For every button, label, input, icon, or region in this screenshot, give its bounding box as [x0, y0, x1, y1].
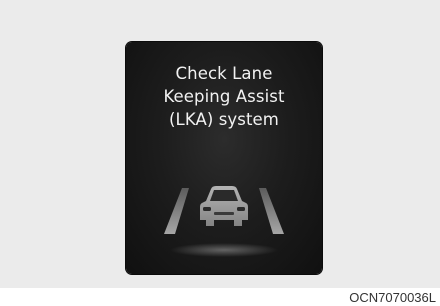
figure-background: Check Lane Keeping Assist (LKA) system: [0, 0, 440, 288]
icon-glow: [170, 243, 278, 257]
warning-message-line-2: Keeping Assist: [163, 87, 285, 106]
cluster-display: Check Lane Keeping Assist (LKA) system: [126, 42, 322, 274]
warning-message: Check Lane Keeping Assist (LKA) system: [126, 62, 322, 131]
left-lane-line: [164, 188, 189, 234]
warning-message-line-1: Check Lane: [175, 64, 273, 83]
right-lane-line: [259, 188, 284, 234]
figure-code: OCN7070036L: [349, 290, 436, 305]
warning-message-line-3: (LKA) system: [169, 110, 279, 129]
car-icon: [200, 186, 248, 226]
lane-keeping-assist-icon: [164, 186, 284, 257]
